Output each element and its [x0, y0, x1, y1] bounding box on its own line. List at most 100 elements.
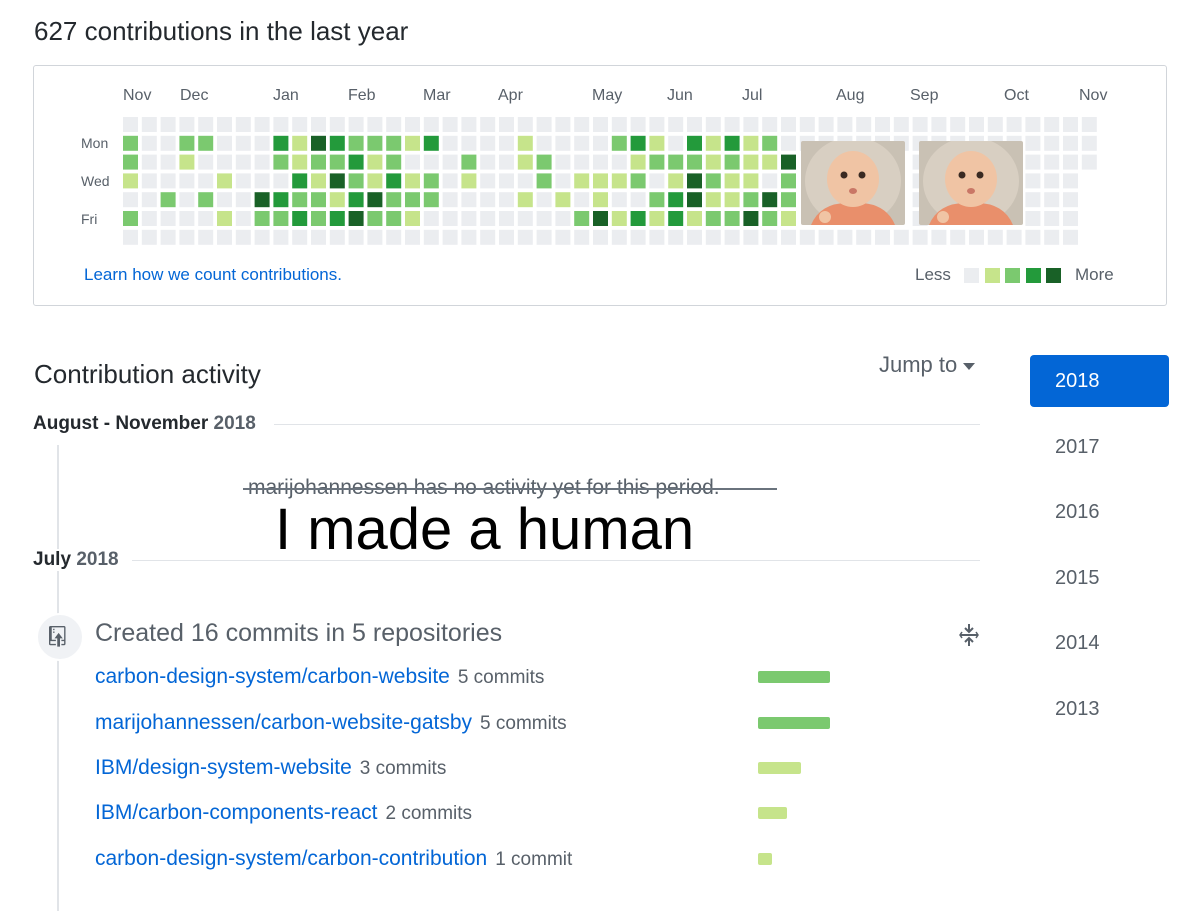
- contribution-day-cell[interactable]: [593, 229, 608, 245]
- contribution-day-cell[interactable]: [517, 154, 533, 170]
- contribution-day-cell[interactable]: [367, 135, 383, 151]
- contribution-day-cell[interactable]: [705, 173, 721, 189]
- year-link-2018[interactable]: 2018: [1030, 355, 1169, 407]
- contribution-day-cell[interactable]: [235, 117, 251, 132]
- contribution-day-cell[interactable]: [517, 211, 533, 226]
- contribution-day-cell[interactable]: [311, 229, 326, 245]
- contribution-day-cell[interactable]: [705, 211, 721, 226]
- contribution-day-cell[interactable]: [743, 135, 759, 151]
- contribution-day-cell[interactable]: [461, 192, 477, 208]
- contribution-day-cell[interactable]: [367, 211, 383, 226]
- contribution-day-cell[interactable]: [480, 173, 496, 189]
- contribution-day-cell[interactable]: [1063, 173, 1078, 189]
- contribution-day-cell[interactable]: [555, 135, 571, 151]
- contribution-day-cell[interactable]: [611, 135, 627, 151]
- contribution-day-cell[interactable]: [273, 117, 289, 132]
- contribution-day-cell[interactable]: [687, 154, 702, 170]
- contribution-day-cell[interactable]: [367, 173, 383, 189]
- contribution-day-cell[interactable]: [348, 173, 364, 189]
- contribution-day-cell[interactable]: [912, 117, 928, 132]
- contribution-day-cell[interactable]: [574, 229, 590, 245]
- contribution-day-cell[interactable]: [499, 192, 514, 208]
- contribution-day-cell[interactable]: [630, 135, 646, 151]
- contribution-day-cell[interactable]: [987, 229, 1003, 245]
- contribution-day-cell[interactable]: [536, 173, 552, 189]
- repo-link[interactable]: carbon-design-system/carbon-contribution: [95, 847, 487, 870]
- contribution-day-cell[interactable]: [950, 117, 966, 132]
- contribution-day-cell[interactable]: [987, 117, 1003, 132]
- contribution-day-cell[interactable]: [931, 229, 947, 245]
- contribution-day-cell[interactable]: [423, 173, 439, 189]
- contribution-day-cell[interactable]: [649, 173, 665, 189]
- contribution-day-cell[interactable]: [292, 173, 308, 189]
- contribution-day-cell[interactable]: [348, 192, 364, 208]
- contribution-day-cell[interactable]: [1044, 211, 1060, 226]
- contribution-day-cell[interactable]: [141, 211, 157, 226]
- contribution-day-cell[interactable]: [254, 117, 270, 132]
- contribution-day-cell[interactable]: [593, 173, 608, 189]
- contribution-day-cell[interactable]: [668, 154, 684, 170]
- contribution-day-cell[interactable]: [818, 229, 834, 245]
- contribution-day-cell[interactable]: [705, 192, 721, 208]
- contribution-day-cell[interactable]: [217, 117, 232, 132]
- contribution-day-cell[interactable]: [1063, 211, 1078, 226]
- contribution-day-cell[interactable]: [329, 192, 345, 208]
- contribution-day-cell[interactable]: [480, 154, 496, 170]
- contribution-day-cell[interactable]: [386, 135, 402, 151]
- contribution-day-cell[interactable]: [743, 192, 759, 208]
- contribution-day-cell[interactable]: [781, 192, 796, 208]
- contribution-day-cell[interactable]: [536, 154, 552, 170]
- contribution-day-cell[interactable]: [875, 229, 890, 245]
- contribution-day-cell[interactable]: [386, 211, 402, 226]
- contribution-day-cell[interactable]: [160, 192, 176, 208]
- contribution-day-cell[interactable]: [386, 173, 402, 189]
- contribution-day-cell[interactable]: [217, 211, 232, 226]
- contribution-day-cell[interactable]: [311, 211, 326, 226]
- contribution-day-cell[interactable]: [1044, 229, 1060, 245]
- contribution-day-cell[interactable]: [1025, 135, 1041, 151]
- contribution-day-cell[interactable]: [442, 117, 458, 132]
- contribution-day-cell[interactable]: [593, 211, 608, 226]
- contribution-day-cell[interactable]: [254, 192, 270, 208]
- contribution-day-cell[interactable]: [311, 173, 326, 189]
- contribution-day-cell[interactable]: [687, 135, 702, 151]
- contribution-day-cell[interactable]: [724, 135, 740, 151]
- year-link-2016[interactable]: 2016: [1030, 486, 1169, 538]
- contribution-day-cell[interactable]: [593, 192, 608, 208]
- contribution-day-cell[interactable]: [141, 192, 157, 208]
- contribution-day-cell[interactable]: [480, 211, 496, 226]
- contribution-day-cell[interactable]: [160, 229, 176, 245]
- contribution-day-cell[interactable]: [311, 154, 326, 170]
- repo-link[interactable]: IBM/carbon-components-react: [95, 801, 377, 824]
- contribution-day-cell[interactable]: [499, 154, 514, 170]
- contribution-day-cell[interactable]: [611, 192, 627, 208]
- contribution-day-cell[interactable]: [781, 211, 796, 226]
- contribution-day-cell[interactable]: [555, 173, 571, 189]
- contribution-day-cell[interactable]: [179, 154, 195, 170]
- contribution-day-cell[interactable]: [687, 211, 702, 226]
- contribution-day-cell[interactable]: [687, 173, 702, 189]
- contribution-day-cell[interactable]: [630, 173, 646, 189]
- contribution-day-cell[interactable]: [574, 117, 590, 132]
- contribution-day-cell[interactable]: [160, 173, 176, 189]
- contribution-day-cell[interactable]: [762, 192, 778, 208]
- contribution-day-cell[interactable]: [799, 229, 815, 245]
- contribution-day-cell[interactable]: [405, 192, 420, 208]
- contribution-day-cell[interactable]: [386, 117, 402, 132]
- contribution-day-cell[interactable]: [329, 211, 345, 226]
- contribution-day-cell[interactable]: [235, 154, 251, 170]
- contribution-day-cell[interactable]: [311, 117, 326, 132]
- contribution-day-cell[interactable]: [574, 211, 590, 226]
- contribution-day-cell[interactable]: [687, 192, 702, 208]
- contribution-day-cell[interactable]: [611, 154, 627, 170]
- contribution-day-cell[interactable]: [367, 117, 383, 132]
- contribution-day-cell[interactable]: [668, 117, 684, 132]
- contribution-day-cell[interactable]: [141, 229, 157, 245]
- contribution-day-cell[interactable]: [198, 117, 214, 132]
- contribution-day-cell[interactable]: [912, 229, 928, 245]
- contribution-day-cell[interactable]: [1081, 154, 1097, 170]
- contribution-day-cell[interactable]: [423, 211, 439, 226]
- contribution-day-cell[interactable]: [668, 192, 684, 208]
- contribution-day-cell[interactable]: [235, 192, 251, 208]
- contribution-day-cell[interactable]: [329, 173, 345, 189]
